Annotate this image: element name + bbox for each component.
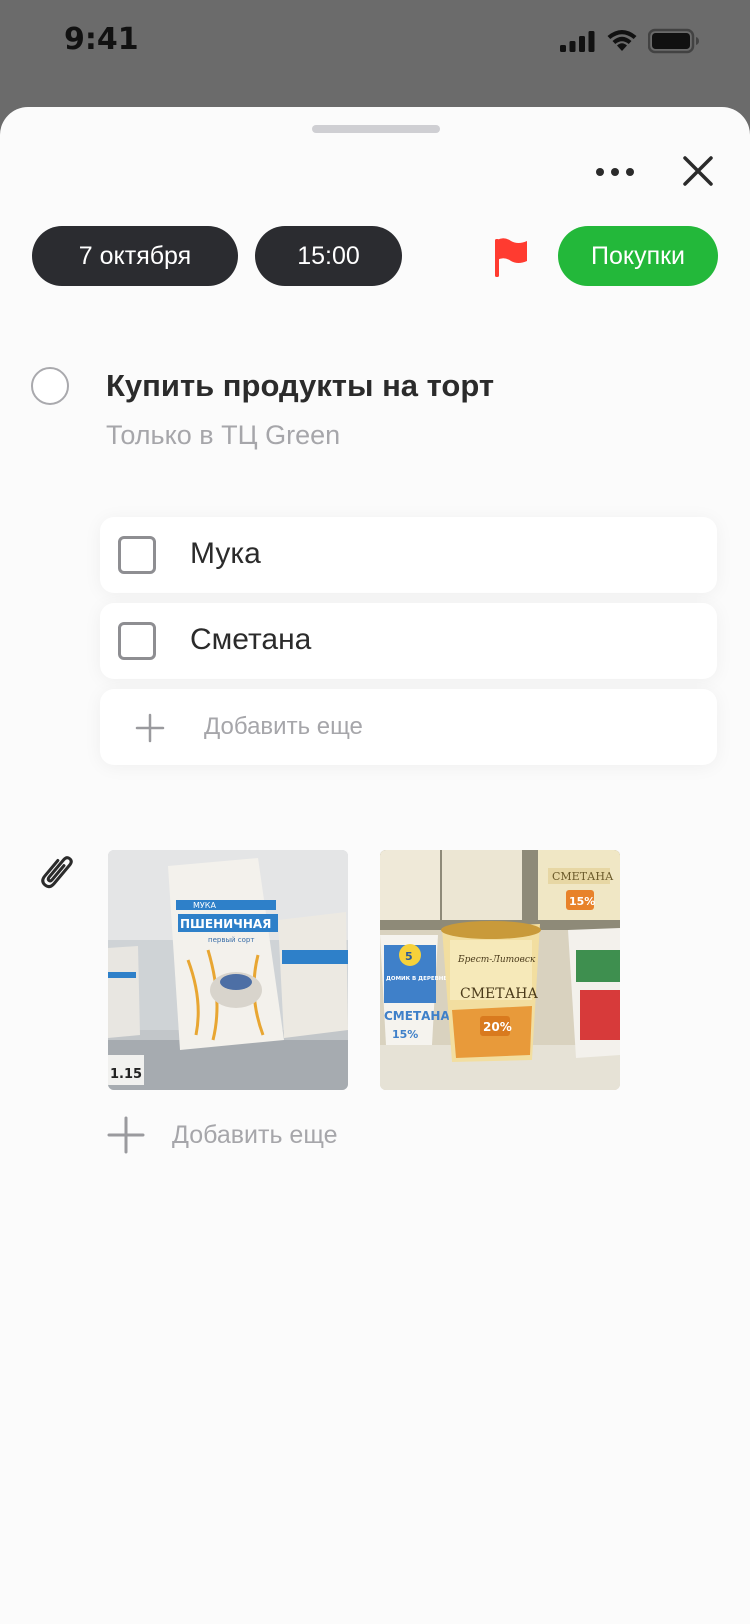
date-chip-label: 7 октября [78, 241, 192, 270]
more-button[interactable] [592, 149, 638, 195]
subtask-checkbox[interactable] [118, 536, 156, 574]
subtask-item[interactable]: Мука [100, 517, 717, 593]
priority-flag-button[interactable] [488, 235, 534, 281]
date-chip[interactable]: 7 октября [32, 226, 238, 286]
wifi-icon [607, 30, 637, 51]
svg-text:1.15: 1.15 [110, 1067, 142, 1082]
task-detail-sheet: 7 октября 15:00 Покупки Купить продукты … [0, 107, 750, 1624]
svg-text:первый сорт: первый сорт [208, 936, 254, 944]
svg-text:Брест-Литовск: Брест-Литовск [457, 955, 536, 965]
plus-icon [135, 713, 165, 743]
signal-icon [560, 31, 595, 52]
svg-text:МУКА: МУКА [193, 901, 216, 910]
battery-icon [648, 28, 699, 54]
status-icons [560, 28, 700, 54]
sheet-grabber[interactable] [312, 125, 440, 133]
status-bar: 9:41 [0, 0, 750, 90]
subtask-label: Сметана [190, 623, 312, 656]
task-title[interactable]: Купить продукты на торт [106, 368, 494, 404]
attachment-photo-sour-cream[interactable]: СМЕТАНА 15% 5 ДОМИК В ДЕРЕВНЕ СМЕТАНА 15… [380, 850, 620, 1090]
add-subtask-label: Добавить еще [204, 713, 363, 740]
add-attachment-row[interactable]: Добавить еще [106, 1115, 338, 1155]
add-attachment-label: Добавить еще [172, 1120, 338, 1149]
task-complete-checkbox[interactable] [31, 367, 69, 405]
svg-text:15%: 15% [569, 895, 595, 908]
attachment-photo-flour[interactable]: 1.15 МУКА ПШЕНИЧНАЯ первый сорт [108, 850, 348, 1090]
status-time: 9:41 [64, 22, 139, 57]
subtask-checkbox[interactable] [118, 622, 156, 660]
add-subtask-row[interactable]: Добавить еще [100, 689, 717, 765]
close-icon [683, 156, 713, 186]
plus-icon [107, 1116, 145, 1154]
category-chip[interactable]: Покупки [558, 226, 718, 286]
time-chip[interactable]: 15:00 [255, 226, 402, 286]
svg-text:5: 5 [405, 950, 413, 963]
svg-text:ДОМИК В ДЕРЕВНЕ: ДОМИК В ДЕРЕВНЕ [386, 976, 447, 982]
sour-cream-photo-image: СМЕТАНА 15% 5 ДОМИК В ДЕРЕВНЕ СМЕТАНА 15… [380, 850, 620, 1090]
svg-text:СМЕТАНА: СМЕТАНА [384, 1009, 450, 1023]
category-chip-label: Покупки [590, 241, 686, 270]
svg-text:СМЕТАНА: СМЕТАНА [552, 870, 614, 883]
more-icon [596, 168, 634, 176]
flour-photo-image: 1.15 МУКА ПШЕНИЧНАЯ первый сорт [108, 850, 348, 1090]
time-chip-label: 15:00 [297, 241, 360, 270]
svg-text:20%: 20% [483, 1020, 512, 1034]
task-note[interactable]: Только в ТЦ Green [106, 420, 340, 451]
svg-text:СМЕТАНА: СМЕТАНА [460, 986, 538, 1002]
svg-text:ПШЕНИЧНАЯ: ПШЕНИЧНАЯ [180, 917, 271, 931]
paperclip-icon [41, 856, 73, 889]
subtask-label: Мука [190, 537, 261, 570]
close-button[interactable] [672, 145, 724, 197]
svg-text:15%: 15% [392, 1028, 418, 1041]
subtask-item[interactable]: Сметана [100, 603, 717, 679]
flag-icon [495, 238, 527, 277]
